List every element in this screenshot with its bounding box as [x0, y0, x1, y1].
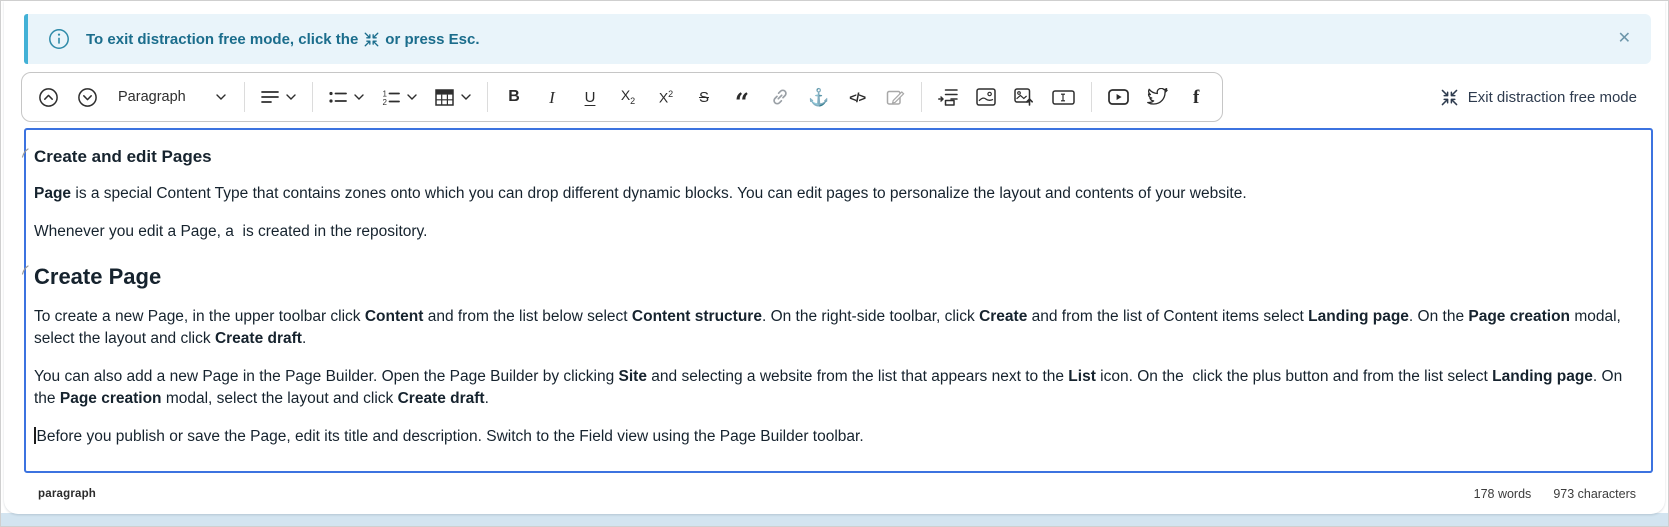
numbered-list-dropdown[interactable]: 12 [374, 78, 425, 116]
toolbar-separator [921, 82, 922, 112]
align-left-icon [261, 89, 279, 105]
banner-message-before: To exit distraction free mode, click the [86, 31, 358, 48]
paragraph-whenever-edit[interactable]: Whenever you edit a Page, a is created i… [34, 221, 1637, 243]
youtube-icon [1108, 89, 1129, 105]
toolbar-separator [1091, 82, 1092, 112]
italic-button[interactable]: I [534, 78, 570, 116]
paragraph-create-new-page[interactable]: To create a new Page, in the upper toolb… [34, 306, 1637, 350]
underline-icon: U [585, 90, 596, 105]
image-icon [976, 88, 996, 106]
text-alignment-dropdown[interactable] [253, 78, 304, 116]
editor-toolbar: Paragraph 12 [21, 72, 1223, 122]
image-upload-icon [1014, 88, 1034, 106]
underline-button[interactable]: U [572, 78, 608, 116]
close-icon[interactable]: ✕ [1614, 27, 1635, 51]
toolbar-separator [487, 82, 488, 112]
paragraph-before-publish[interactable]: Before you publish or save the Page, edi… [34, 426, 1637, 448]
banner-message: To exit distraction free mode, click the… [86, 31, 480, 48]
move-down-button[interactable] [69, 78, 106, 116]
strikethrough-icon: S [699, 90, 709, 105]
editor-content-area[interactable]: Create and edit Pages Page is a special … [24, 128, 1653, 473]
exit-distraction-free-button[interactable]: Exit distraction free mode [1441, 89, 1637, 106]
heading-marker-icon [21, 148, 29, 158]
chevron-down-icon [216, 94, 226, 100]
banner-message-after: or press Esc. [385, 31, 479, 48]
bulleted-list-dropdown[interactable] [321, 78, 372, 116]
code-button[interactable]: </> [839, 78, 875, 116]
current-block-type: paragraph [38, 488, 96, 500]
strikethrough-button[interactable]: S [686, 78, 722, 116]
page-background-strip [1, 513, 1668, 526]
bold-icon: B [508, 89, 520, 105]
heading-marker-icon [21, 265, 29, 275]
superscript-button[interactable]: X2 [648, 78, 684, 116]
insert-table-dropdown[interactable] [427, 78, 479, 116]
notification-banner: To exit distraction free mode, click the… [24, 14, 1651, 64]
collapse-arrows-icon [1441, 89, 1458, 106]
subscript-button[interactable]: X2 [610, 78, 646, 116]
subscript-icon: X2 [621, 88, 635, 106]
twitter-icon [1147, 88, 1168, 106]
bulleted-list-icon [329, 89, 347, 105]
heading-create-and-edit-pages[interactable]: Create and edit Pages [34, 147, 1637, 167]
anchor-icon: ⚓ [808, 89, 829, 106]
move-up-button[interactable] [30, 78, 67, 116]
italic-icon: I [549, 89, 555, 106]
paragraph-style-label: Paragraph [118, 89, 186, 105]
blockquote-button[interactable]: “ [724, 78, 760, 116]
paragraph-style-dropdown[interactable]: Paragraph [108, 78, 236, 116]
paragraph-page-builder[interactable]: You can also add a new Page in the Page … [34, 366, 1637, 410]
info-icon [48, 28, 70, 50]
blockquote-icon: “ [735, 99, 749, 107]
toolbar-separator [244, 82, 245, 112]
character-count: 973 characters [1553, 487, 1636, 501]
bold-button[interactable]: B [496, 78, 532, 116]
chevron-up-circle-icon [38, 87, 59, 108]
upload-image-button[interactable] [1006, 78, 1042, 116]
heading-create-page[interactable]: Create Page [34, 264, 1637, 290]
insert-field-button[interactable] [1044, 78, 1083, 116]
document-counts: 178 words 973 characters [1474, 487, 1636, 501]
table-icon [435, 89, 454, 106]
embed-facebook-button[interactable]: f [1178, 78, 1214, 116]
collapse-arrows-icon [364, 32, 379, 47]
toolbar-separator [312, 82, 313, 112]
chevron-down-icon [354, 94, 364, 100]
insert-image-button[interactable] [968, 78, 1004, 116]
svg-text:2: 2 [383, 98, 388, 106]
embed-twitter-button[interactable] [1139, 78, 1176, 116]
link-icon [770, 87, 790, 107]
facebook-icon: f [1193, 88, 1199, 107]
editor-status-bar: paragraph 178 words 973 characters [24, 475, 1653, 513]
text-caret [34, 427, 36, 444]
screenshot-frame: To exit distraction free mode, click the… [0, 0, 1669, 527]
chevron-down-circle-icon [77, 87, 98, 108]
numbered-list-icon: 12 [382, 89, 400, 106]
input-field-icon [1052, 90, 1075, 105]
chevron-down-icon [286, 94, 296, 100]
insert-block-icon [938, 88, 958, 106]
anchor-button[interactable]: ⚓ [800, 78, 837, 116]
superscript-icon: X2 [659, 90, 673, 105]
embed-youtube-button[interactable] [1100, 78, 1137, 116]
word-count: 178 words [1474, 487, 1532, 501]
edit-pencil-icon [886, 88, 905, 107]
chevron-down-icon [407, 94, 417, 100]
chevron-down-icon [461, 94, 471, 100]
insert-block-button[interactable] [930, 78, 966, 116]
exit-distraction-free-label: Exit distraction free mode [1468, 89, 1637, 106]
paragraph-page-description[interactable]: Page is a special Content Type that cont… [34, 183, 1637, 205]
code-icon: </> [849, 91, 865, 104]
toolbar-row: Paragraph 12 [21, 72, 1651, 122]
link-button[interactable] [762, 78, 798, 116]
source-editing-button[interactable] [877, 78, 913, 116]
editor-card: To exit distraction free mode, click the… [4, 1, 1665, 514]
